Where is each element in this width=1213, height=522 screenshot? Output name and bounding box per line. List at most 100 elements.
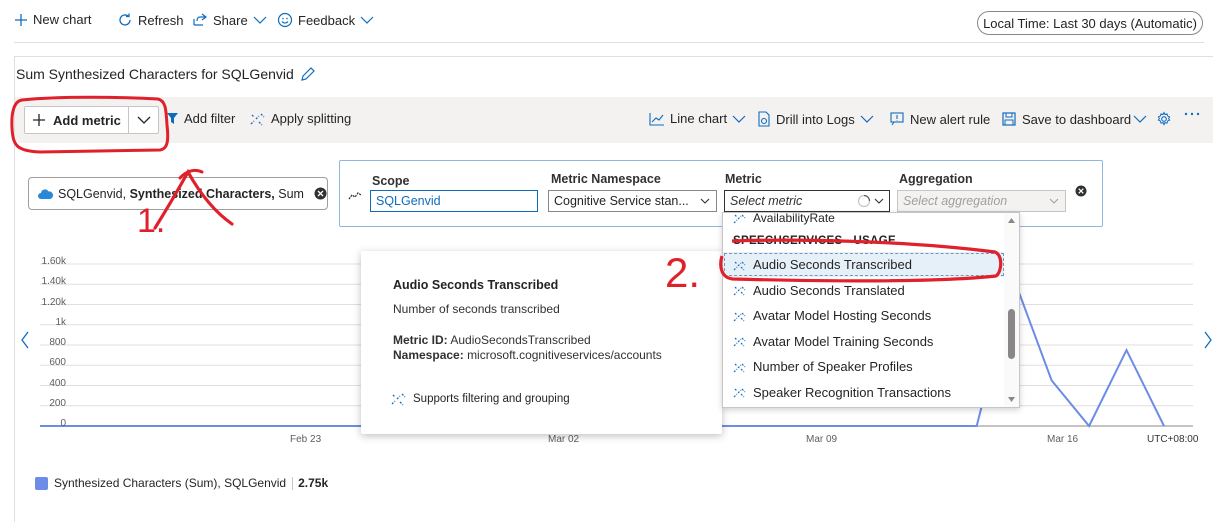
add-filter-label: Add filter bbox=[184, 111, 236, 126]
pencil-edit-icon[interactable] bbox=[300, 66, 316, 82]
share-button[interactable]: Share bbox=[192, 12, 272, 28]
line-chart-button[interactable]: Line chart bbox=[649, 111, 751, 126]
add-metric-split-button[interactable]: Add metric bbox=[24, 106, 159, 134]
metric-series-icon bbox=[348, 192, 362, 200]
plus-icon bbox=[15, 13, 27, 26]
new-chart-button[interactable]: New chart bbox=[14, 12, 92, 27]
chevron-down-icon bbox=[700, 198, 710, 204]
cloud-icon bbox=[38, 188, 54, 199]
scope-input[interactable]: SQLGenvid bbox=[370, 190, 538, 212]
filter-icon bbox=[167, 113, 178, 124]
metric-namespace-value: Cognitive Service stan... bbox=[554, 194, 689, 208]
dropdown-scrollbar[interactable] bbox=[1004, 213, 1019, 407]
time-range-picker[interactable]: Local Time: Last 30 days (Automatic) bbox=[977, 11, 1203, 35]
tooltip-supports: Supports filtering and grouping bbox=[391, 392, 570, 406]
scrollbar-thumb[interactable] bbox=[1008, 309, 1015, 359]
chart-title: Sum Synthesized Characters for SQLGenvid bbox=[16, 66, 316, 82]
timezone-label: UTC+08:00 bbox=[1147, 434, 1199, 445]
new-alert-rule-button[interactable]: New alert rule bbox=[889, 111, 990, 127]
legend-value: 2.75k bbox=[298, 476, 329, 490]
list-item[interactable]: Avatar Model Hosting Seconds bbox=[723, 303, 1005, 328]
x-tick-label: Mar 02 bbox=[548, 434, 580, 445]
metric-id-value: AudioSecondsTranscribed bbox=[450, 333, 591, 347]
scroll-down-icon[interactable] bbox=[1007, 396, 1016, 403]
divider bbox=[14, 42, 1204, 43]
close-circle-icon[interactable] bbox=[314, 187, 327, 200]
metric-info-tooltip: Audio Seconds Transcribed Number of seco… bbox=[361, 251, 722, 434]
splitting-icon bbox=[733, 261, 746, 270]
apply-splitting-label: Apply splitting bbox=[271, 111, 352, 126]
tooltip-description: Number of seconds transcribed bbox=[393, 302, 560, 316]
save-to-dashboard-button[interactable]: Save to dashboard bbox=[1001, 111, 1152, 127]
share-label: Share bbox=[213, 12, 248, 28]
chevron-down-icon bbox=[253, 16, 267, 24]
legend-separator bbox=[292, 476, 294, 490]
add-filter-button[interactable]: Add filter bbox=[166, 111, 235, 126]
splitting-icon bbox=[733, 363, 746, 372]
feedback-label: Feedback bbox=[298, 12, 356, 28]
y-tick-label: 200 bbox=[49, 397, 66, 409]
drill-into-logs-button[interactable]: Drill into Logs bbox=[757, 111, 879, 127]
tooltip-title: Audio Seconds Transcribed bbox=[393, 278, 559, 292]
chart-legend[interactable]: Synthesized Characters (Sum), SQLGenvid … bbox=[35, 476, 328, 490]
list-item-label: Audio Seconds Translated bbox=[753, 282, 905, 298]
aggregation-select[interactable]: Select aggregation bbox=[897, 190, 1066, 212]
list-item[interactable]: Speaker Recognition Transactions bbox=[723, 380, 1005, 405]
aggregation-label: Aggregation bbox=[899, 172, 973, 186]
save-icon bbox=[1002, 112, 1016, 126]
y-tick-label: 0 bbox=[60, 418, 66, 429]
alert-icon bbox=[890, 112, 904, 126]
chart-title-text: Sum Synthesized Characters for SQLGenvid bbox=[16, 66, 294, 82]
chevron-down-icon bbox=[860, 115, 874, 123]
drill-into-logs-label: Drill into Logs bbox=[776, 111, 855, 127]
add-metric-button[interactable]: Add metric bbox=[25, 107, 129, 133]
feedback-button[interactable]: Feedback bbox=[277, 12, 379, 28]
more-options-button[interactable] bbox=[1184, 111, 1205, 117]
list-item[interactable]: Audio Seconds Transcribed bbox=[723, 252, 1005, 277]
chevron-left-icon[interactable] bbox=[21, 331, 29, 349]
add-metric-dropdown[interactable] bbox=[129, 107, 158, 133]
apply-splitting-button[interactable]: Apply splitting bbox=[250, 111, 351, 126]
share-icon bbox=[193, 13, 207, 26]
new-chart-label: New chart bbox=[33, 12, 92, 27]
metric-dropdown-list[interactable]: AvailabilityRate SPEECHSERVICES - USAGE … bbox=[722, 212, 1020, 408]
y-tick-label: 400 bbox=[49, 377, 66, 389]
legend-swatch bbox=[35, 476, 48, 490]
close-circle-icon[interactable] bbox=[1075, 185, 1087, 197]
metric-label: Metric bbox=[725, 172, 762, 186]
settings-button[interactable] bbox=[1156, 111, 1177, 127]
splitting-icon bbox=[250, 113, 265, 125]
top-toolbar: New chart Refresh Share Feedback Local T… bbox=[0, 0, 1213, 44]
line-chart-icon bbox=[649, 112, 664, 126]
x-tick-label: Mar 16 bbox=[1047, 434, 1079, 445]
chevron-down-icon bbox=[1133, 115, 1147, 123]
chevron-right-icon[interactable] bbox=[1204, 331, 1212, 349]
refresh-button[interactable]: Refresh bbox=[117, 12, 184, 28]
y-tick-label: 800 bbox=[49, 337, 66, 348]
smiley-icon bbox=[277, 12, 293, 28]
splitting-icon bbox=[733, 214, 746, 223]
list-item-partial[interactable]: AvailabilityRate bbox=[723, 213, 1005, 230]
list-item[interactable]: Number of Speaker Profiles bbox=[723, 354, 1005, 379]
list-item-label: Avatar Model Hosting Seconds bbox=[753, 308, 932, 323]
metric-pill-aggregation: Sum bbox=[278, 186, 304, 201]
plus-icon bbox=[33, 114, 45, 126]
splitting-icon bbox=[733, 337, 746, 347]
y-tick-label: 1.60k bbox=[41, 256, 66, 267]
chevron-down-icon bbox=[1049, 198, 1059, 204]
loading-spinner-icon bbox=[857, 194, 871, 208]
legend-label: Synthesized Characters (Sum), SQLGenvid bbox=[54, 476, 287, 490]
metric-select[interactable]: Select metric bbox=[724, 190, 890, 212]
save-to-dashboard-label: Save to dashboard bbox=[1022, 111, 1132, 127]
metric-pill[interactable]: SQLGenvid, Synthesized Characters, Sum bbox=[28, 177, 328, 210]
list-item[interactable]: Avatar Model Training Seconds bbox=[723, 329, 1005, 354]
metric-pill-resource: SQLGenvid, bbox=[58, 186, 127, 201]
scroll-up-icon[interactable] bbox=[1007, 217, 1016, 224]
metric-namespace-select[interactable]: Cognitive Service stan... bbox=[548, 190, 717, 212]
namespace-value: microsoft.cognitiveservices/accounts bbox=[467, 348, 662, 362]
line-chart-label: Line chart bbox=[670, 111, 728, 126]
chevron-down-icon bbox=[137, 116, 150, 124]
list-item[interactable]: Audio Seconds Translated bbox=[723, 278, 1005, 303]
list-group-header: SPEECHSERVICES - USAGE bbox=[733, 235, 896, 247]
new-alert-rule-label: New alert rule bbox=[910, 111, 991, 127]
